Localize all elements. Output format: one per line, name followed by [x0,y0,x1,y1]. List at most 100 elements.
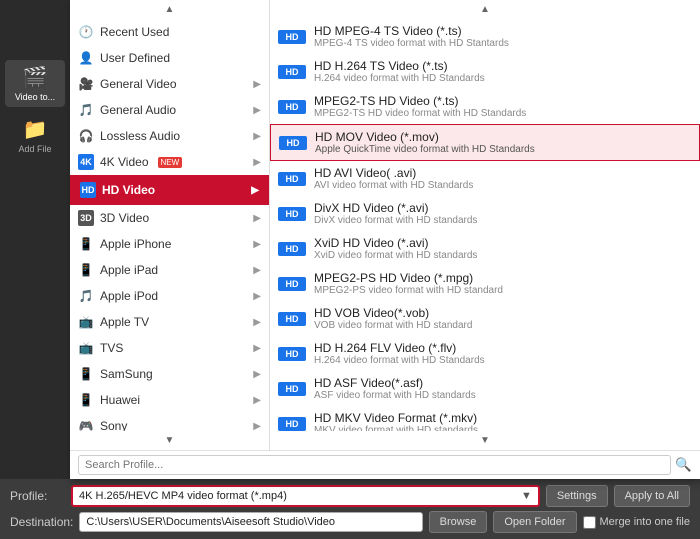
format-badge-hd: HD [278,382,306,396]
left-item-label: HD Video [102,183,155,197]
left-item-label: SamSung [100,367,153,381]
settings-button[interactable]: Settings [546,485,608,507]
scroll-down-right[interactable] [270,431,700,450]
arrow-right-icon [253,317,261,328]
sidebar-item-video-to[interactable]: 🎬 Video to... [5,60,65,107]
right-item-title: MPEG2-PS HD Video (*.mpg) [314,271,692,285]
right-item-divx[interactable]: HD DivX HD Video (*.avi) DivX video form… [270,196,700,231]
format-badge-hd: HD [278,65,306,79]
3d-icon: 3D [78,210,94,226]
tvs-icon: 📺 [78,340,94,356]
right-item-title: HD H.264 FLV Video (*.flv) [314,341,692,355]
new-badge: NEW [158,157,183,168]
merge-label-text: Merge into one file [600,516,691,528]
right-item-hd-asf[interactable]: HD HD ASF Video(*.asf) ASF video format … [270,371,700,406]
right-item-hd-vob[interactable]: HD HD VOB Video(*.vob) VOB video format … [270,301,700,336]
profile-select[interactable]: 4K H.265/HEVC MP4 video format (*.mp4) ▼ [71,485,540,507]
arrow-down-icon [165,435,175,446]
format-badge-hd: HD [278,417,306,431]
right-item-text: XviD HD Video (*.avi) XviD video format … [314,236,692,261]
right-item-text: HD ASF Video(*.asf) ASF video format wit… [314,376,692,401]
right-item-hd-mkv[interactable]: HD HD MKV Video Format (*.mkv) MKV video… [270,406,700,431]
video-icon: 🎬 [23,65,48,90]
left-item-label: 3D Video [100,211,149,225]
right-item-desc: AVI video format with HD Standards [314,180,692,191]
right-item-hd-avi[interactable]: HD HD AVI Video( .avi) AVI video format … [270,161,700,196]
left-item-hd-video[interactable]: HD HD Video [70,175,269,205]
bottom-bar: Profile: 4K H.265/HEVC MP4 video format … [0,479,700,539]
left-item-recent-used[interactable]: 🕐 Recent Used [70,19,269,45]
right-item-hd-flv[interactable]: HD HD H.264 FLV Video (*.flv) H.264 vide… [270,336,700,371]
left-item-label: General Audio [100,103,176,117]
profile-label: Profile: [10,489,65,503]
format-badge-hd: HD [278,312,306,326]
left-item-label: User Defined [100,51,170,65]
browse-button[interactable]: Browse [429,511,488,533]
right-item-hd-h264-ts[interactable]: HD HD H.264 TS Video (*.ts) H.264 video … [270,54,700,89]
left-item-lossless-audio[interactable]: 🎧 Lossless Audio [70,123,269,149]
right-item-desc: H.264 video format with HD Standards [314,73,692,84]
left-item-label: Apple iPad [100,263,158,277]
format-badge-hd: HD [278,30,306,44]
arrow-right-icon [253,291,261,302]
hd-icon: HD [80,182,96,198]
right-item-desc: MPEG2-PS video format with HD standard [314,285,692,296]
left-item-4k-video[interactable]: 4K 4K Video NEW [70,149,269,175]
right-item-title: HD MPEG-4 TS Video (*.ts) [314,24,692,38]
left-item-samsung[interactable]: 📱 SamSung [70,361,269,387]
left-item-3d-video[interactable]: 3D 3D Video [70,205,269,231]
right-item-text: HD H.264 TS Video (*.ts) H.264 video for… [314,59,692,84]
format-badge-hd: HD [278,242,306,256]
scroll-up-left[interactable] [70,0,269,19]
left-item-label: TVS [100,341,123,355]
left-item-apple-iphone[interactable]: 📱 Apple iPhone [70,231,269,257]
right-item-desc: Apple QuickTime video format with HD Sta… [315,144,691,155]
left-item-label: General Video [100,77,177,91]
right-item-title: HD MKV Video Format (*.mkv) [314,411,692,425]
left-item-label: 4K Video [100,155,149,169]
right-items-list: HD HD MPEG-4 TS Video (*.ts) MPEG-4 TS v… [270,19,700,431]
sidebar-item-add-file[interactable]: 📁 Add File [5,112,65,159]
left-item-general-video[interactable]: 🎥 General Video [70,71,269,97]
format-badge-hd: HD [279,136,307,150]
right-item-xvid[interactable]: HD XviD HD Video (*.avi) XviD video form… [270,231,700,266]
left-item-apple-ipod[interactable]: 🎵 Apple iPod [70,283,269,309]
left-items-list: 🕐 Recent Used 👤 User Defined 🎥 General V… [70,19,269,431]
sidebar-label-add-file: Add File [18,144,51,154]
general-video-icon: 🎥 [78,76,94,92]
left-item-label: Apple TV [100,315,149,329]
right-item-title: HD MOV Video (*.mov) [315,130,691,144]
arrow-up-icon [165,4,175,15]
right-item-text: HD VOB Video(*.vob) VOB video format wit… [314,306,692,331]
arrow-right-icon [253,105,261,116]
apply-all-button[interactable]: Apply to All [614,485,690,507]
apple-ipod-icon: 🎵 [78,288,94,304]
left-item-sony[interactable]: 🎮 Sony [70,413,269,431]
left-item-tvs[interactable]: 📺 TVS [70,335,269,361]
right-item-mpeg2-ts[interactable]: HD MPEG2-TS HD Video (*.ts) MPEG2-TS HD … [270,89,700,124]
merge-checkbox[interactable] [583,516,596,529]
right-item-text: MPEG2-PS HD Video (*.mpg) MPEG2-PS video… [314,271,692,296]
right-item-hd-mpeg4-ts[interactable]: HD HD MPEG-4 TS Video (*.ts) MPEG-4 TS v… [270,19,700,54]
scroll-up-right[interactable] [270,0,700,19]
right-item-mpeg2-ps[interactable]: HD MPEG2-PS HD Video (*.mpg) MPEG2-PS vi… [270,266,700,301]
search-input[interactable] [78,455,671,475]
sidebar-label-video: Video to... [15,92,55,102]
general-audio-icon: 🎵 [78,102,94,118]
merge-label[interactable]: Merge into one file [583,516,691,529]
right-item-hd-mov[interactable]: HD HD MOV Video (*.mov) Apple QuickTime … [270,124,700,161]
arrow-right-icon [253,343,261,354]
search-button[interactable]: 🔍 [675,457,692,473]
open-folder-button[interactable]: Open Folder [493,511,576,533]
left-item-user-defined[interactable]: 👤 User Defined [70,45,269,71]
left-item-general-audio[interactable]: 🎵 General Audio [70,97,269,123]
left-item-huawei[interactable]: 📱 Huawei [70,387,269,413]
user-defined-icon: 👤 [78,50,94,66]
left-item-apple-ipad[interactable]: 📱 Apple iPad [70,257,269,283]
right-item-desc: H.264 video format with HD Standards [314,355,692,366]
arrow-right-icon [253,157,261,168]
left-item-apple-tv[interactable]: 📺 Apple TV [70,309,269,335]
scroll-down-left[interactable] [70,431,269,450]
lossless-audio-icon: 🎧 [78,128,94,144]
arrow-right-icon [251,185,259,196]
